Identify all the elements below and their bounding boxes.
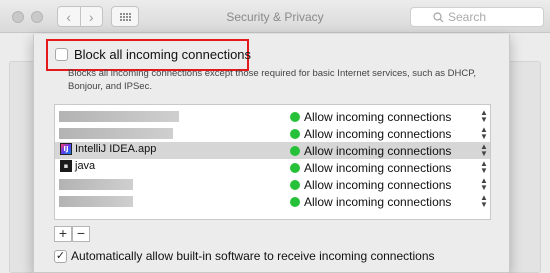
app-name-cell: ▪ java: [60, 160, 95, 172]
remove-app-button[interactable]: −: [72, 226, 90, 242]
status-indicator-icon: [290, 129, 300, 139]
app-list: Allow incoming connections ▲ ▼ Allow incomi…: [54, 104, 491, 220]
block-all-label: Block all incoming connections: [74, 47, 252, 62]
auto-allow-checkbox[interactable]: ✓: [54, 249, 67, 263]
connection-status-select[interactable]: Allow incoming connections: [304, 195, 451, 209]
status-indicator-icon: [290, 146, 300, 156]
status-indicator-icon: [290, 197, 300, 207]
title-bar: ‹ › Security & Privacy Search: [0, 0, 550, 33]
popup-arrows-icon[interactable]: ▲ ▼: [480, 109, 488, 124]
terminal-exec-icon: ▪: [60, 160, 72, 172]
app-list-row[interactable]: Allow incoming connections ▲ ▼: [55, 176, 490, 193]
status-indicator-icon: [290, 112, 300, 122]
connection-status-select[interactable]: Allow incoming connections: [304, 144, 451, 158]
popup-arrows-icon[interactable]: ▲ ▼: [480, 194, 488, 209]
block-all-row[interactable]: Block all incoming connections: [55, 47, 251, 62]
search-icon: [433, 12, 444, 23]
popup-arrows-icon[interactable]: ▲ ▼: [480, 160, 488, 175]
status-indicator-icon: [290, 163, 300, 173]
connection-status-select[interactable]: Allow incoming connections: [304, 178, 451, 192]
app-list-row[interactable]: ▪ java Allow incoming connections ▲ ▼: [55, 159, 490, 176]
app-list-row[interactable]: Allow incoming connections ▲ ▼: [55, 125, 490, 142]
connection-status-select[interactable]: Allow incoming connections: [304, 161, 451, 175]
firewall-options-sheet: Block all incoming connections Blocks al…: [33, 34, 510, 273]
status-indicator-icon: [290, 180, 300, 190]
app-list-row[interactable]: Allow incoming connections ▲ ▼: [55, 108, 490, 125]
popup-arrows-icon[interactable]: ▲ ▼: [480, 126, 488, 141]
block-all-description: Blocks all incoming connections except t…: [68, 68, 476, 92]
popup-arrows-icon[interactable]: ▲ ▼: [480, 177, 488, 192]
search-field[interactable]: Search: [410, 7, 544, 27]
block-all-checkbox[interactable]: [55, 48, 68, 61]
app-list-row[interactable]: Allow incoming connections ▲ ▼: [55, 193, 490, 210]
auto-allow-row[interactable]: ✓ Automatically allow built-in software …: [54, 249, 435, 263]
app-name-cell: IJ IntelliJ IDEA.app: [60, 143, 156, 155]
intellij-icon: IJ: [60, 143, 72, 155]
auto-allow-label: Automatically allow built-in software to…: [71, 249, 435, 263]
connection-status-select[interactable]: Allow incoming connections: [304, 127, 451, 141]
app-name: java: [75, 160, 96, 172]
app-list-row[interactable]: IJ IntelliJ IDEA.app Allow incoming connec…: [55, 142, 490, 159]
add-app-button[interactable]: +: [54, 226, 72, 242]
blurred-app-name: [59, 179, 133, 190]
blurred-app-name: [59, 128, 173, 139]
popup-arrows-icon[interactable]: ▲ ▼: [480, 143, 488, 158]
blurred-app-name: [59, 196, 133, 207]
search-placeholder: Search: [448, 10, 487, 24]
blurred-app-name: [59, 111, 179, 122]
app-name: IntelliJ IDEA.app: [75, 143, 157, 155]
connection-status-select[interactable]: Allow incoming connections: [304, 110, 451, 124]
